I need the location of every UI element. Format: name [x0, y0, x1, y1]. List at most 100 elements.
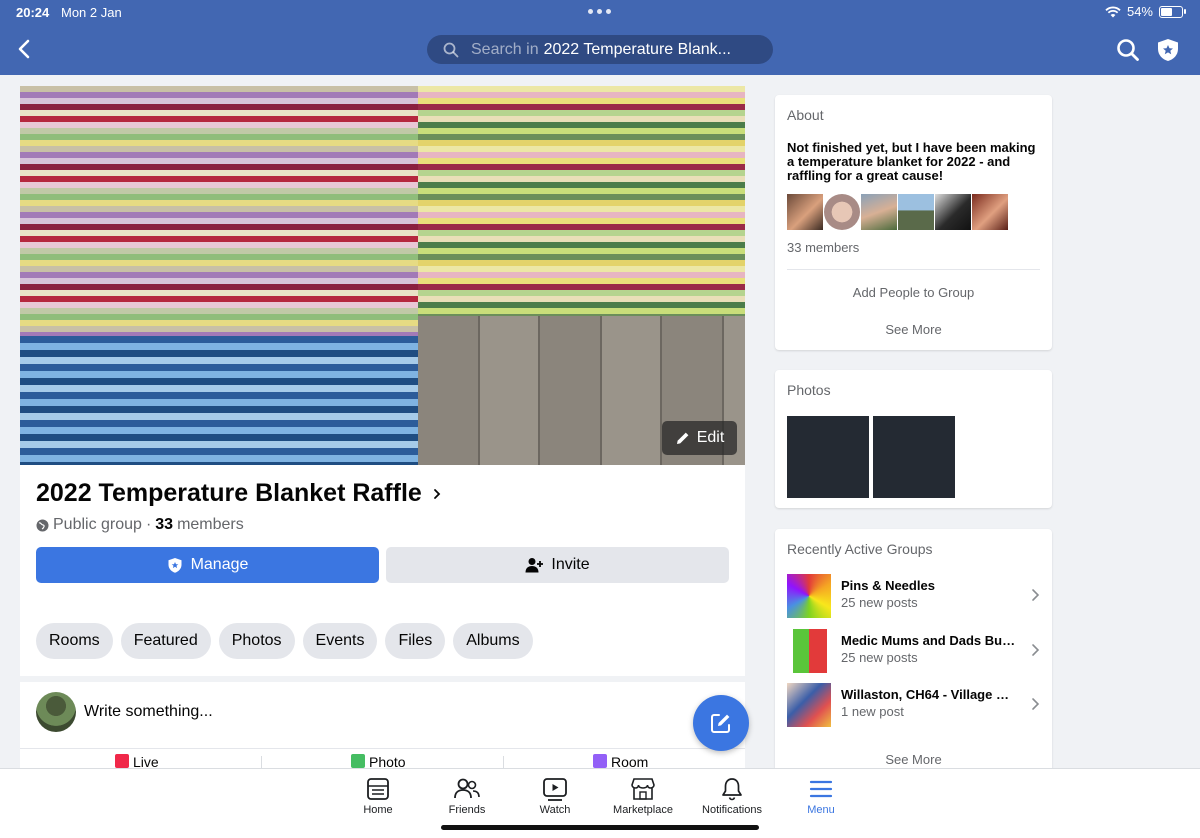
- post-composer[interactable]: Write something...: [36, 692, 213, 732]
- photo-thumbnail[interactable]: [787, 416, 869, 498]
- home-icon: [333, 775, 423, 803]
- chevron-right-icon: [433, 488, 441, 499]
- photos-card: Photos: [775, 370, 1052, 508]
- avatar[interactable]: [36, 692, 76, 732]
- invite-button[interactable]: Invite: [386, 547, 729, 583]
- top-bar: 20:24 Mon 2 Jan 54% Search in 2022 Tempe…: [0, 0, 1200, 75]
- photo-icon: [351, 754, 365, 768]
- list-item[interactable]: Pins & Needles 25 new posts: [787, 574, 1042, 618]
- about-card: About Not finished yet, but I have been …: [775, 95, 1052, 350]
- status-date: Mon 2 Jan: [61, 5, 122, 20]
- avatar[interactable]: [861, 194, 897, 230]
- composer-placeholder: Write something...: [84, 703, 213, 720]
- photos-title: Photos: [787, 382, 831, 398]
- home-indicator[interactable]: [441, 825, 759, 830]
- group-thumbnail: [787, 574, 831, 618]
- tab-photos[interactable]: Photos: [218, 623, 295, 659]
- group-title[interactable]: 2022 Temperature Blanket Raffle: [36, 479, 442, 508]
- recent-see-more-link[interactable]: See More: [775, 752, 1052, 767]
- marketplace-icon: [598, 775, 688, 803]
- multitasking-dots[interactable]: [588, 9, 611, 14]
- manage-button[interactable]: Manage: [36, 547, 379, 583]
- group-search-input[interactable]: Search in 2022 Temperature Blank...: [427, 35, 773, 64]
- member-avatars: [787, 194, 1008, 230]
- battery-percent: 54%: [1126, 4, 1153, 19]
- tab-rooms[interactable]: Rooms: [36, 623, 113, 659]
- chevron-right-icon: [1032, 698, 1040, 710]
- composer-actions: Live Photo Room: [20, 754, 745, 768]
- tab-files[interactable]: Files: [385, 623, 446, 659]
- list-item[interactable]: Medic Mums and Dads Buy,... 25 new posts: [787, 629, 1042, 673]
- nav-friends[interactable]: Friends: [422, 775, 512, 816]
- search-button[interactable]: [1116, 38, 1140, 67]
- friends-icon: [422, 775, 512, 803]
- cover-blanket-right: [418, 86, 745, 316]
- tab-albums[interactable]: Albums: [453, 623, 533, 659]
- group-name: Pins & Needles: [841, 578, 935, 593]
- globe-icon: [36, 519, 49, 531]
- tab-featured[interactable]: Featured: [120, 623, 211, 659]
- add-person-icon: [525, 558, 544, 573]
- photo-button[interactable]: Photo: [351, 754, 406, 768]
- list-item[interactable]: Willaston, CH64 - Village Co... 1 new po…: [787, 683, 1042, 727]
- search-icon: [443, 42, 459, 58]
- search-value: 2022 Temperature Blank...: [543, 40, 731, 58]
- photo-thumbnail[interactable]: [873, 416, 955, 498]
- nav-watch[interactable]: Watch: [510, 775, 600, 816]
- about-title: About: [787, 107, 824, 123]
- about-members-count[interactable]: 33 members: [787, 240, 859, 255]
- group-activity: 25 new posts: [841, 650, 918, 665]
- room-icon: [593, 754, 607, 768]
- search-icon: [1117, 39, 1139, 61]
- chevron-left-icon: [18, 39, 30, 59]
- group-tabs: Rooms Featured Photos Events Files Album…: [36, 623, 533, 659]
- group-thumbnail: [787, 629, 831, 673]
- chevron-right-icon: [1032, 589, 1040, 601]
- group-header-card: Edit 2022 Temperature Blanket Raffle Pub…: [20, 86, 745, 768]
- avatar[interactable]: [972, 194, 1008, 230]
- nav-notifications[interactable]: Notifications: [687, 775, 777, 816]
- edit-cover-button[interactable]: Edit: [662, 421, 737, 455]
- search-prefix: Search in: [471, 40, 539, 58]
- add-people-button[interactable]: Add People to Group: [775, 285, 1052, 300]
- nav-home[interactable]: Home: [333, 775, 423, 816]
- avatar[interactable]: [898, 194, 934, 230]
- live-button[interactable]: Live: [115, 754, 159, 768]
- about-description: Not finished yet, but I have been making…: [787, 140, 1036, 183]
- admin-tools-button[interactable]: [1155, 37, 1181, 68]
- member-count[interactable]: 33: [155, 516, 173, 534]
- privacy-text: Public group: [53, 516, 142, 533]
- room-button[interactable]: Room: [593, 754, 648, 768]
- status-time: 20:24: [16, 5, 50, 20]
- shield-star-icon: [1158, 39, 1178, 61]
- live-icon: [115, 754, 129, 768]
- avatar[interactable]: [787, 194, 823, 230]
- group-title-text: 2022 Temperature Blanket Raffle: [36, 479, 422, 507]
- avatar[interactable]: [935, 194, 971, 230]
- group-thumbnail: [787, 683, 831, 727]
- invite-label: Invite: [551, 556, 590, 573]
- group-activity: 1 new post: [841, 704, 904, 719]
- group-name: Medic Mums and Dads Buy,...: [841, 633, 1016, 648]
- group-meta: Public group · 33 members: [36, 516, 244, 534]
- about-see-more-link[interactable]: See More: [775, 322, 1052, 337]
- tab-events[interactable]: Events: [302, 623, 378, 659]
- battery-icon: [1159, 5, 1183, 18]
- recent-groups-title: Recently Active Groups: [787, 541, 933, 557]
- nav-marketplace[interactable]: Marketplace: [598, 775, 688, 816]
- edit-label: Edit: [696, 429, 725, 446]
- cover-photo[interactable]: Edit: [20, 86, 745, 465]
- bell-icon: [687, 775, 777, 803]
- pencil-icon: [676, 432, 689, 444]
- recent-groups-card: Recently Active Groups Pins & Needles 25…: [775, 529, 1052, 774]
- menu-icon: [776, 775, 866, 803]
- nav-menu[interactable]: Menu: [776, 775, 866, 816]
- avatar[interactable]: [824, 194, 860, 230]
- compose-post-button[interactable]: [693, 695, 749, 751]
- group-name: Willaston, CH64 - Village Co...: [841, 687, 1016, 702]
- shield-star-icon: [168, 557, 182, 573]
- watch-icon: [510, 775, 600, 803]
- back-button[interactable]: [14, 38, 34, 60]
- compose-icon: [711, 714, 730, 733]
- manage-label: Manage: [190, 556, 249, 573]
